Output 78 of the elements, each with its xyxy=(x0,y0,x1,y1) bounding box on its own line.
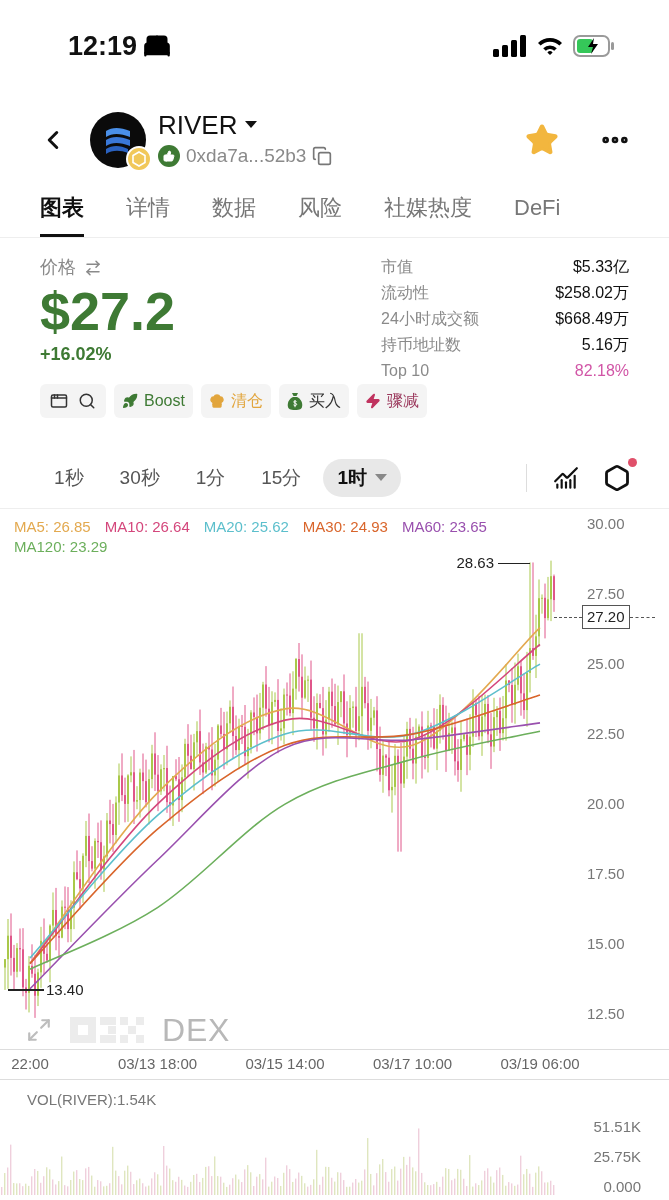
price-axis-label: 15.00 xyxy=(587,934,625,954)
price-label: 价格 xyxy=(40,256,76,279)
stat-label: 24小时成交额 xyxy=(381,309,479,329)
moving-average-label: MA120: 23.29 xyxy=(14,537,108,557)
tab[interactable]: DeFi xyxy=(514,191,561,237)
tab[interactable]: 图表 xyxy=(40,191,84,237)
favorite-star-icon[interactable] xyxy=(525,123,559,157)
moving-average-label: MA60: 23.65 xyxy=(401,517,487,537)
copy-icon[interactable] xyxy=(312,146,333,166)
stat-value: $5.33亿 xyxy=(572,257,629,277)
battery-charging-icon xyxy=(573,35,615,57)
price-axis-label: 25.00 xyxy=(587,654,625,675)
moving-average-label: MA20: 25.62 xyxy=(203,517,289,537)
volume-label: VOL(RIVER):1.54K xyxy=(27,1090,157,1110)
plunge-button[interactable]: 骤减 xyxy=(356,384,427,418)
stat-label: 市值 xyxy=(381,257,413,277)
boost-button[interactable]: Boost xyxy=(114,384,193,418)
interval-tab[interactable]: 15分 xyxy=(247,459,316,497)
volume-axis-label: 51.51K xyxy=(593,1117,641,1137)
low-price-label: 13.40 xyxy=(46,979,84,1000)
leader-line xyxy=(629,616,655,618)
signal-icon xyxy=(493,35,527,57)
time-axis-label: 03/13 18:00 xyxy=(117,1054,198,1074)
browser-icon[interactable] xyxy=(50,392,68,410)
time-axis-label: 03/19 06:00 xyxy=(500,1054,580,1074)
tab[interactable]: 数据 xyxy=(212,191,256,237)
price-axis-label: 17.50 xyxy=(587,864,625,885)
contract-address: 0xda7a...52b3 xyxy=(186,143,307,168)
moving-average-label: MA30: 24.93 xyxy=(302,517,388,537)
price-axis-label: 20.00 xyxy=(587,794,625,815)
tab[interactable]: 风险 xyxy=(298,191,342,237)
high-price-label: 28.63 xyxy=(456,553,494,574)
volume-axis-label: 0.000 xyxy=(603,1177,641,1197)
interval-tab[interactable]: 1分 xyxy=(181,459,240,497)
chain-badge-icon xyxy=(126,146,152,172)
caret-icon xyxy=(375,474,387,482)
stat-value: 5.16万 xyxy=(581,335,629,355)
price-axis-label: 12.50 xyxy=(587,1004,625,1024)
time-axis-label: 03/15 14:00 xyxy=(245,1054,325,1074)
buy-button[interactable]: 买入 xyxy=(278,384,349,418)
price-value: $27.2 xyxy=(40,281,176,341)
swap-icon[interactable] xyxy=(84,258,102,277)
volume-axis-label: 25.75K xyxy=(593,1147,641,1167)
search-icon[interactable] xyxy=(78,392,96,410)
settings-icon[interactable] xyxy=(603,464,631,492)
stat-label: Top 10 xyxy=(381,361,430,381)
caret-icon[interactable] xyxy=(245,120,258,129)
stat-label: 流动性 xyxy=(381,283,429,303)
price-change: +16.02% xyxy=(40,343,113,366)
interval-tab[interactable]: 1时 xyxy=(323,459,401,497)
token-name: RIVER xyxy=(158,109,238,140)
wifi-icon xyxy=(537,36,563,56)
indicator-icon[interactable] xyxy=(553,465,579,491)
lightning-icon xyxy=(364,393,381,409)
leader-line xyxy=(8,989,44,991)
moving-average-label: MA5: 26.85 xyxy=(14,517,91,537)
time-axis-label: 03/17 10:00 xyxy=(372,1054,453,1074)
interval-tab[interactable]: 1秒 xyxy=(40,459,98,497)
tab[interactable]: 详情 xyxy=(126,191,170,237)
stat-value: $258.02万 xyxy=(555,283,629,303)
stat-value: $668.49万 xyxy=(555,309,629,329)
moving-average-label: MA10: 26.64 xyxy=(104,517,190,537)
price-axis-label: 22.50 xyxy=(587,724,625,745)
price-axis-label: 27.50 xyxy=(587,584,625,605)
last-price-tag: 27.20 xyxy=(582,605,630,629)
status-time: 12:19 xyxy=(68,29,138,63)
watermark-text: DEX xyxy=(162,1011,231,1049)
tab[interactable]: 社媒热度 xyxy=(384,191,472,237)
leader-line xyxy=(498,562,530,565)
stat-value: 82.18% xyxy=(574,361,629,381)
interval-tab[interactable]: 30秒 xyxy=(105,459,174,497)
price-axis-label: 30.00 xyxy=(587,514,625,535)
chef-hat-icon xyxy=(208,393,225,409)
money-bag-icon xyxy=(286,392,303,410)
time-axis-label: 22:00 xyxy=(11,1054,49,1074)
stat-label: 持币地址数 xyxy=(381,335,461,355)
verified-badge-icon xyxy=(158,145,180,167)
rocket-icon xyxy=(122,393,138,409)
